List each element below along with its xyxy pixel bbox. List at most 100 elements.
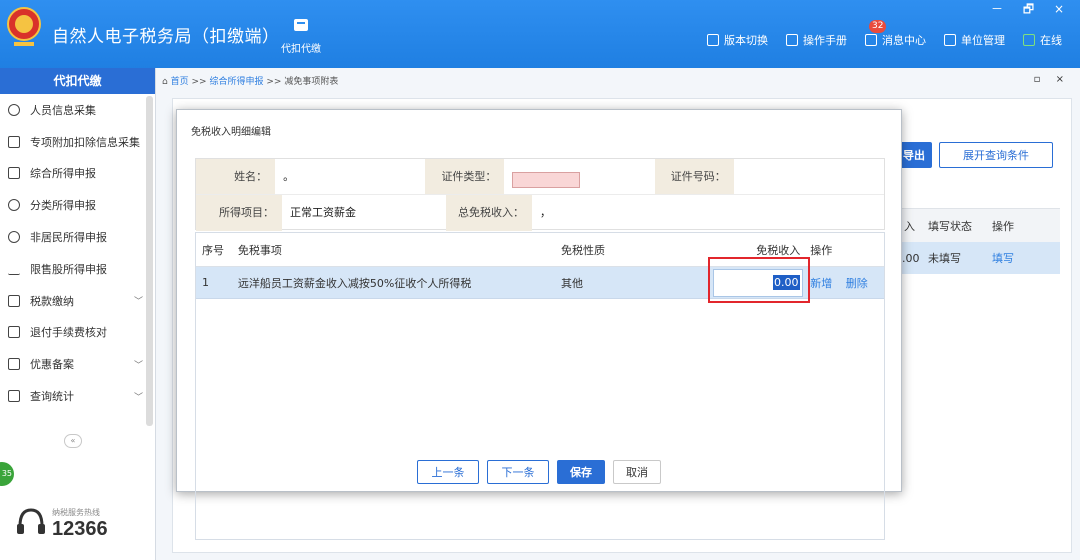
col-income: 免税收入 <box>756 243 801 257</box>
breadcrumb-level2[interactable]: 综合所得申报 <box>209 77 263 87</box>
breadcrumb-level3: 减免事项附表 <box>284 77 339 87</box>
window-controls[interactable]: － 🗗 × <box>991 0 1072 21</box>
col-nature: 免税性质 <box>560 243 605 257</box>
sidebar-item-label: 非居民所得申报 <box>30 231 107 245</box>
sidebar-item-refund-fee-check[interactable]: 退付手续费核对 <box>0 317 155 349</box>
message-count-badge: 32 <box>869 20 887 33</box>
delete-row-link[interactable]: 删除 <box>846 277 868 290</box>
version-switch-icon <box>707 34 719 46</box>
person-plus-icon <box>8 231 20 244</box>
bar-chart-icon <box>8 263 20 275</box>
bg-col-income: 入 <box>904 219 915 233</box>
sidebar-collapse-button[interactable]: « <box>64 434 82 448</box>
version-switch-button[interactable]: 版本切换 <box>707 32 768 48</box>
breadcrumb-sep: >> <box>191 77 207 87</box>
redacted-id-type <box>512 172 581 188</box>
save-button[interactable]: 保存 <box>557 460 605 484</box>
sidebar: 代扣代缴 人员信息采集 专项附加扣除信息采集 综合所得申报 分类所得申报 非居民… <box>0 68 156 560</box>
sidebar-item-label: 查询统计 <box>30 390 74 404</box>
sidebar-item-label: 优惠备案 <box>30 358 74 372</box>
bg-cell-status: 未填写 <box>928 252 961 265</box>
online-status-label: 在线 <box>1040 34 1062 47</box>
app-title: 自然人电子税务局（扣缴端） <box>52 27 280 47</box>
floating-assist-badge[interactable]: 35 <box>0 462 14 486</box>
unit-manage-icon <box>944 34 956 46</box>
expand-query-button[interactable]: 展开查询条件 <box>939 142 1053 168</box>
breadcrumb: ⌂ 首页 >> 综合所得申报 >> 减免事项附表 <box>162 74 338 87</box>
sidebar-item-nonresident-income[interactable]: 非居民所得申报 <box>0 221 155 253</box>
sidebar-item-preferential-filing[interactable]: 优惠备案 ﹀ <box>0 348 155 380</box>
message-icon <box>865 34 877 46</box>
name-label: 姓名： <box>196 159 276 194</box>
sidebar-item-person-info[interactable]: 人员信息采集 <box>0 94 155 126</box>
withholding-icon <box>294 19 308 31</box>
cancel-button[interactable]: 取消 <box>613 460 661 484</box>
id-number-label: 证件号码： <box>654 159 734 194</box>
name-value: 。 <box>283 170 295 183</box>
sidebar-item-query-stats[interactable]: 查询统计 ﹀ <box>0 380 155 412</box>
breadcrumb-home[interactable]: 首页 <box>171 77 189 87</box>
chevron-down-icon: ﹀ <box>133 392 143 403</box>
bg-cell-income: .00 <box>902 251 920 265</box>
total-exempt-value: ， <box>540 206 551 219</box>
total-exempt-label: 总免税收入： <box>446 195 532 231</box>
header-tab-withholding[interactable]: 代扣代缴 <box>278 16 324 55</box>
income-item-value: 正常工资薪金 <box>290 206 356 219</box>
id-type-value <box>504 159 654 194</box>
online-status-button[interactable]: 在线 <box>1023 32 1062 48</box>
info-row: 所得项目： 正常工资薪金 总免税收入： ， <box>196 195 884 231</box>
page-window-controls[interactable]: ▫ × <box>1034 74 1070 85</box>
file-icon <box>8 358 20 371</box>
doc-icon <box>8 326 20 339</box>
info-row: 姓名： 。 证件类型： 证件号码： <box>196 159 884 195</box>
sidebar-scrollbar[interactable] <box>146 96 153 426</box>
bg-col-status: 填写状态 <box>928 219 972 233</box>
sidebar-item-special-deduction[interactable]: 专项附加扣除信息采集 <box>0 126 155 158</box>
hotline-number: 12366 <box>52 518 108 540</box>
hotline-block: 纳税服务热线 12366 <box>14 506 108 542</box>
manual-button[interactable]: 操作手册 <box>786 32 847 48</box>
info-grid: 姓名： 。 证件类型： 证件号码： 所得项目： 正常工资薪金 总免税收入： ， <box>195 158 885 231</box>
app-header: 自然人电子税务局（扣缴端） 代扣代缴 版本切换 操作手册 32 消息中心 单位管… <box>0 0 1080 68</box>
dialog-footer: 上一条 下一条 保存 取消 <box>177 460 901 484</box>
next-record-button[interactable]: 下一条 <box>487 460 549 484</box>
cell-seq: 1 <box>202 276 209 289</box>
sidebar-item-tax-payment[interactable]: 税款缴纳 ﹀ <box>0 285 155 317</box>
income-item-label: 所得项目： <box>196 195 282 231</box>
unit-manage-button[interactable]: 单位管理 <box>944 32 1005 48</box>
sidebar-item-classified-income[interactable]: 分类所得申报 <box>0 189 155 221</box>
list-icon <box>8 135 20 148</box>
bg-fill-link[interactable]: 填写 <box>984 250 1014 266</box>
col-seq: 序号 <box>202 243 224 257</box>
manual-icon <box>786 34 798 46</box>
layers-icon <box>8 167 20 180</box>
cell-op: 新增 删除 <box>806 275 884 291</box>
sidebar-item-label: 税款缴纳 <box>30 294 74 308</box>
message-center-button[interactable]: 32 消息中心 <box>865 20 926 48</box>
id-type-label: 证件类型： <box>425 159 505 194</box>
sidebar-item-label: 分类所得申报 <box>30 199 96 213</box>
dialog-title: 免税收入明细编辑 <box>191 127 271 138</box>
version-switch-label: 版本切换 <box>724 34 768 47</box>
chevron-down-icon: ﹀ <box>133 297 143 308</box>
clock-icon <box>8 199 20 212</box>
header-toolbar: 版本切换 操作手册 32 消息中心 单位管理 在线 <box>707 20 1062 48</box>
chevron-down-icon: ﹀ <box>133 360 143 371</box>
sidebar-item-comprehensive-income[interactable]: 综合所得申报 <box>0 158 155 190</box>
highlight-annotation-box <box>708 257 810 303</box>
bg-col-op: 操作 <box>992 219 1014 233</box>
online-icon <box>1023 34 1035 46</box>
add-row-link[interactable]: 新增 <box>810 277 832 290</box>
person-icon <box>8 103 20 116</box>
hotline-label: 纳税服务热线 <box>52 508 100 517</box>
prev-record-button[interactable]: 上一条 <box>417 460 479 484</box>
unit-manage-label: 单位管理 <box>961 34 1005 47</box>
cell-item: 远洋船员工资薪金收入减按50%征收个人所得税 <box>237 276 472 290</box>
query-icon <box>8 390 20 403</box>
bg-table-row[interactable]: .00 未填写 填写 <box>902 242 1060 274</box>
sidebar-item-restricted-shares[interactable]: 限售股所得申报 <box>0 253 155 285</box>
sidebar-item-label: 限售股所得申报 <box>30 262 107 276</box>
sidebar-item-label: 综合所得申报 <box>30 167 96 181</box>
col-item: 免税事项 <box>237 243 282 257</box>
message-center-label: 消息中心 <box>882 34 926 47</box>
